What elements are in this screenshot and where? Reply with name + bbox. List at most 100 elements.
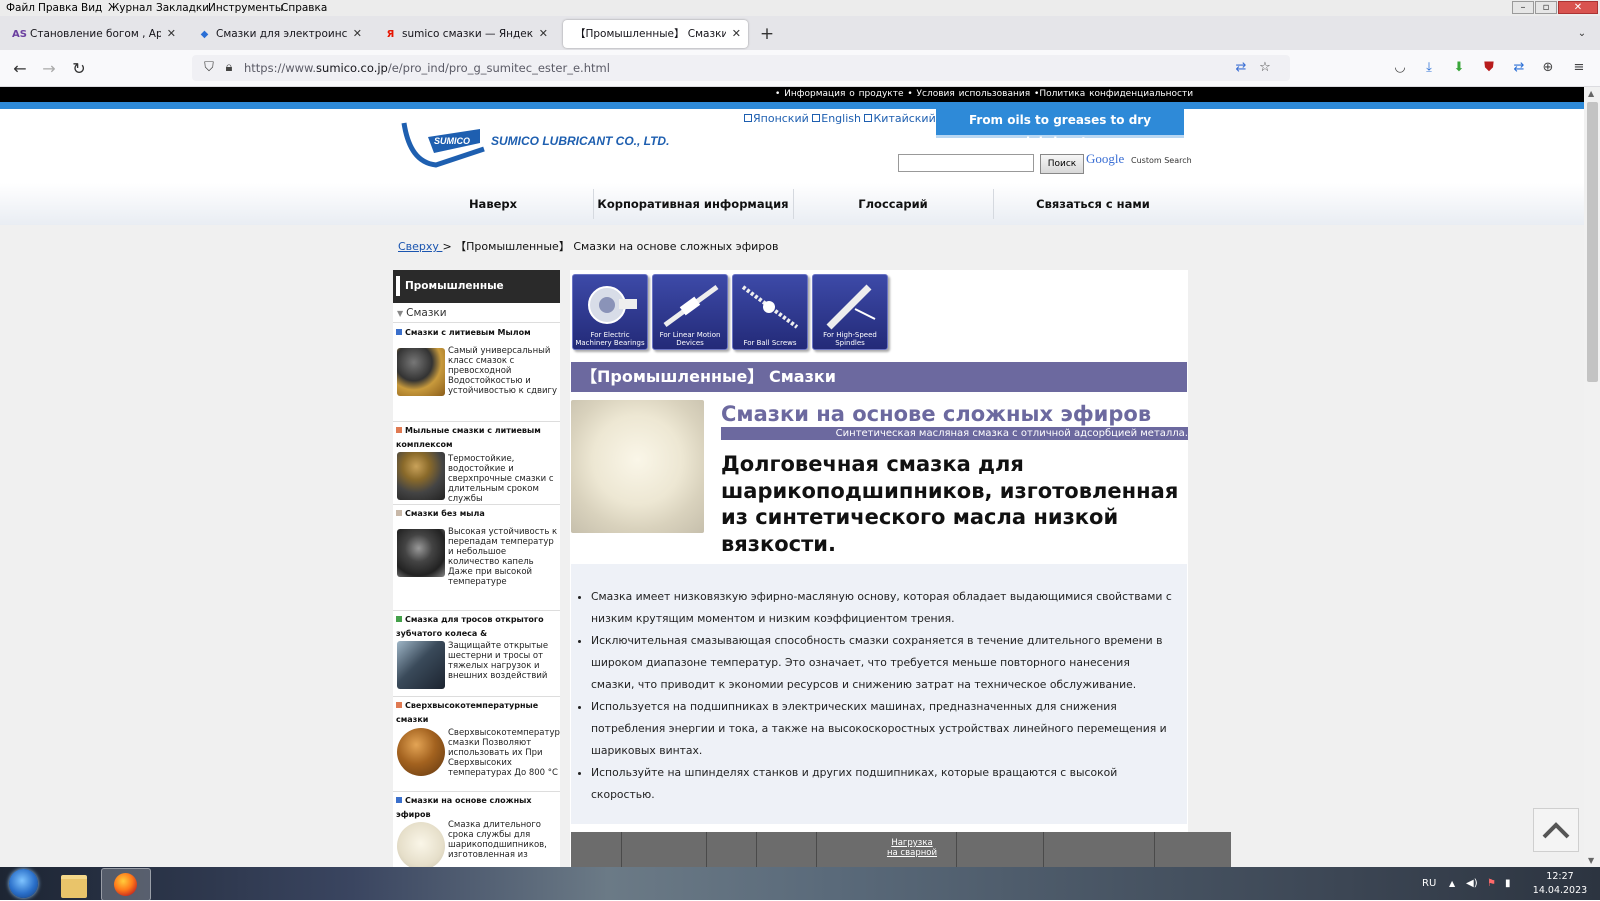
site-header: SUMICO SUMICO LUBRICANT CO., LTD. Японск… (0, 109, 1584, 183)
menu-history[interactable]: Журнал (108, 0, 152, 16)
forward-button[interactable]: → (38, 58, 60, 80)
scroll-up-arrow-icon[interactable]: ▲ (1588, 89, 1594, 98)
menu-tools[interactable]: Инструменты (208, 0, 283, 16)
nav-corporate-info[interactable]: Корпоративная информация (593, 183, 793, 225)
back-button[interactable]: ← (9, 58, 31, 80)
globe-icon[interactable]: ⊕ (1539, 59, 1557, 77)
tab-title: Становление богом , Apotheo (30, 28, 161, 40)
product-subtitle: Синтетическая масляная смазка с отличной… (721, 427, 1188, 440)
lock-icon[interactable]: 🔒︎ (220, 59, 238, 77)
tab-close-icon[interactable]: ✕ (732, 20, 741, 48)
feature-item: Исключительная смазывающая способность с… (591, 630, 1173, 696)
adblock-icon[interactable]: ⛊ (1480, 59, 1498, 77)
app-high-speed-spindles[interactable]: For High-Speed Spindles (812, 274, 888, 350)
sidebar-item-lithium-complex[interactable]: Мыльные смазки с литиевым комплексом Тер… (393, 422, 560, 505)
download-helper-icon[interactable]: ⬇ (1450, 59, 1468, 77)
file-explorer-icon[interactable] (58, 868, 90, 899)
nav-glossary[interactable]: Глоссарий (793, 183, 993, 225)
tab-sumico-active[interactable]: 【Промышленные】 Смазки на о ✕ (563, 20, 748, 48)
global-navigation: Наверх Корпоративная информация Глоссари… (0, 183, 1584, 225)
tab-close-icon[interactable]: ✕ (353, 20, 362, 48)
search-button[interactable]: Поиск (1040, 154, 1084, 174)
tab-apotheosis[interactable]: AS Становление богом , Apotheo ✕ (2, 20, 183, 48)
breadcrumb-separator: > (442, 240, 456, 253)
product-thumbnail (397, 822, 445, 867)
nav-contact[interactable]: Связаться с нами (993, 183, 1193, 225)
close-window-button[interactable]: ✕ (1558, 1, 1598, 14)
breadcrumb-home-link[interactable]: Сверху (398, 240, 442, 253)
sidebar-item-lithium-soap[interactable]: Смазки с литиевым Мылом Самый универсаль… (393, 324, 560, 422)
utility-links[interactable]: • Информация о продукте • Условия исполь… (775, 87, 1193, 102)
menu-file[interactable]: Файл (6, 0, 35, 16)
menu-help[interactable]: Справка (281, 0, 327, 16)
sidebar-item-desc: Смазка длительного срока службы для шари… (448, 820, 547, 860)
keyboard-language[interactable]: RU (1422, 867, 1436, 900)
pocket-icon[interactable]: ◡ (1391, 59, 1409, 77)
tab-power-tool-grease[interactable]: ◆ Смазки для электроинструмен ✕ (188, 20, 369, 48)
minimize-button[interactable]: – (1512, 1, 1534, 14)
volume-icon[interactable]: ◀) (1466, 867, 1478, 900)
url-text[interactable]: https://www.sumico.co.jp/e/pro_ind/pro_g… (244, 55, 610, 81)
yandex-favicon-icon: Я (386, 29, 395, 40)
download-icon[interactable]: ⤓ (1420, 59, 1438, 77)
search-input[interactable] (898, 154, 1034, 172)
firefox-taskbar-button[interactable] (101, 868, 151, 901)
tab-yandex-search[interactable]: Я sumico смазки — Яндекс: наш ✕ (374, 20, 555, 48)
scrollbar-thumb[interactable] (1587, 102, 1598, 382)
signal-icon[interactable]: ▮ (1505, 867, 1511, 900)
translate-icon[interactable]: ⇄ (1232, 59, 1250, 77)
new-tab-button[interactable]: + (756, 20, 778, 48)
scroll-down-arrow-icon[interactable]: ▼ (1588, 856, 1594, 865)
product-headline: Долговечная смазка для шарикоподшипников… (721, 452, 1179, 556)
bullet-icon (396, 510, 402, 516)
hamburger-menu-icon[interactable]: ≡ (1570, 59, 1588, 77)
chevron-up-icon (1542, 822, 1570, 839)
bookmark-star-icon[interactable]: ☆ (1256, 59, 1274, 77)
clock[interactable]: 12:27 14.04.2023 (1530, 870, 1590, 898)
app-linear-motion-devices[interactable]: For Linear Motion Devices (652, 274, 728, 350)
sidebar-item-open-gear[interactable]: Смазка для тросов открытого зубчатого ко… (393, 611, 560, 697)
maximize-button[interactable]: ▫ (1535, 1, 1557, 14)
sidebar-header[interactable]: Промышленные продукты (393, 270, 560, 325)
sidebar-item-desc: Высокая устойчивость к перепадам темпера… (448, 527, 558, 587)
sidebar: Промышленные продукты ▼ Смазки Смазки с л… (393, 270, 560, 867)
network-warning-icon[interactable]: ⚑ (1487, 867, 1496, 900)
company-name[interactable]: SUMICO LUBRICANT CO., LTD. (491, 134, 669, 148)
bullet-icon (396, 616, 402, 622)
sumico-logo-icon[interactable]: SUMICO (400, 119, 486, 171)
sidebar-item-desc: Защищайте открытые шестерни и тросы от т… (448, 641, 549, 681)
menu-edit[interactable]: Правка (38, 0, 78, 16)
tray-expand-icon[interactable]: ▲ (1449, 867, 1455, 900)
address-bar[interactable]: ⛉ 🔒︎ https://www.sumico.co.jp/e/pro_ind/… (192, 55, 1290, 81)
tab-close-icon[interactable]: ✕ (539, 20, 548, 48)
tagline-banner: From oils to greases to dry lubricants (936, 109, 1184, 149)
sidebar-item-desc: Самый универсальный класс смазок с прево… (448, 346, 558, 396)
menu-view[interactable]: Вид (81, 0, 102, 16)
spindle-icon (826, 284, 876, 330)
firefox-icon (114, 873, 137, 896)
lang-chinese[interactable]: Китайский (873, 112, 935, 125)
sidebar-item-ultra-high-temp[interactable]: Сверхвысокотемпературные смазки Сверхвыс… (393, 697, 560, 792)
accent-bar (0, 102, 1584, 109)
taskbar: RU ▲ ◀) ⚑ ▮ 12:27 14.04.2023 (0, 867, 1600, 901)
weld-load-column-link[interactable]: Нагрузка на сварной (886, 838, 938, 858)
translate-extension-icon[interactable]: ⇄ (1510, 59, 1528, 77)
sidebar-item-non-soap[interactable]: Смазки без мыла Высокая устойчивость к п… (393, 505, 560, 611)
sidebar-category-greases[interactable]: ▼ Смазки (393, 304, 560, 323)
nav-top[interactable]: Наверх (393, 183, 593, 225)
lang-japanese[interactable]: Японский (753, 112, 809, 125)
product-thumbnail (397, 452, 445, 500)
tab-close-icon[interactable]: ✕ (167, 20, 176, 48)
lang-english[interactable]: English (821, 112, 861, 125)
back-to-top-button[interactable] (1533, 808, 1579, 852)
app-electric-machinery-bearings[interactable]: For Electric Machinery Bearings (572, 274, 648, 350)
shield-icon[interactable]: ⛉ (200, 59, 218, 77)
reload-button[interactable]: ↻ (68, 58, 90, 80)
sidebar-item-ester[interactable]: Смазки на основе сложных эфиров Смазка д… (393, 792, 560, 867)
product-photo (571, 400, 704, 533)
start-button[interactable] (6, 868, 42, 899)
custom-search-label: Custom Search (1131, 156, 1192, 165)
list-tabs-icon[interactable]: ⌄ (1572, 20, 1592, 48)
menu-bookmarks[interactable]: Закладки (156, 0, 209, 16)
app-ball-screws[interactable]: For Ball Screws (732, 274, 808, 350)
